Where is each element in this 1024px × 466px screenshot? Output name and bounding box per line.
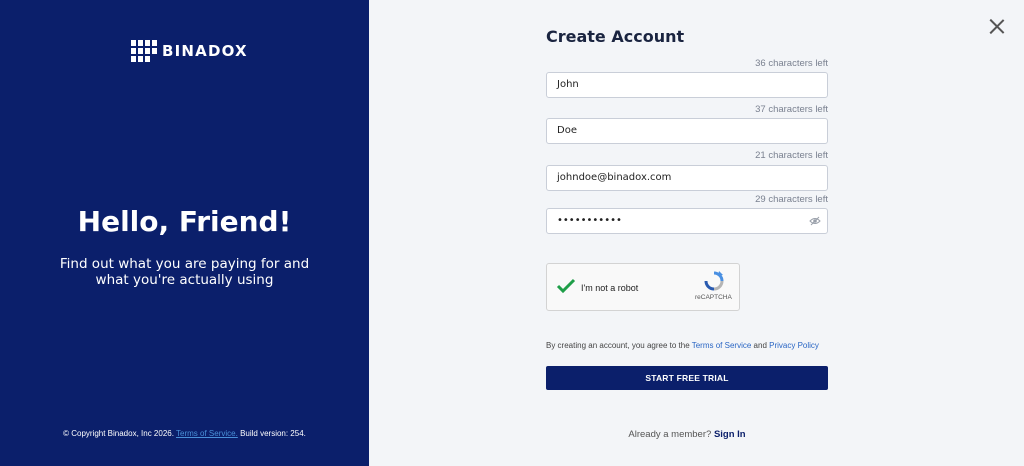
tagline-line-2: what you're actually using: [95, 272, 274, 288]
password-counter: 29 characters left: [755, 194, 828, 205]
logo-text: BINADOX: [162, 42, 248, 60]
recaptcha-logo-icon: [704, 271, 724, 291]
welcome-heading: Hello, Friend!: [77, 205, 292, 238]
password-masked-value: •••••••••••: [557, 215, 622, 226]
member-text: Already a member?: [628, 429, 712, 440]
logo-grid-icon: [131, 40, 157, 62]
privacy-policy-link[interactable]: Privacy Policy: [769, 341, 819, 350]
footer-terms-link[interactable]: Terms of Service.: [176, 429, 238, 438]
first-name-input[interactable]: John: [546, 72, 828, 98]
binadox-logo: BINADOX: [131, 40, 248, 62]
copyright-text: © Copyright Binadox, Inc 2026.: [63, 429, 174, 438]
terms-of-service-link[interactable]: Terms of Service: [692, 341, 752, 350]
sign-in-prompt: Already a member? Sign In: [546, 429, 828, 440]
tagline-line-1: Find out what you are paying for and: [59, 256, 310, 272]
start-free-trial-button[interactable]: START FREE TRIAL: [546, 366, 828, 390]
welcome-tagline: Find out what you are paying for and wha…: [0, 256, 369, 288]
password-input[interactable]: •••••••••••: [546, 208, 828, 234]
recaptcha-widget[interactable]: I'm not a robot reCAPTCHA: [546, 263, 740, 311]
email-input[interactable]: johndoe@binadox.com: [546, 165, 828, 191]
build-version: Build version: 254.: [240, 429, 306, 438]
recaptcha-brand: reCAPTCHA: [695, 294, 732, 301]
copyright-footer: © Copyright Binadox, Inc 2026. Terms of …: [0, 429, 369, 438]
eye-off-icon[interactable]: [809, 216, 821, 226]
email-counter: 21 characters left: [755, 150, 828, 161]
form-title: Create Account: [546, 27, 685, 46]
last-name-input[interactable]: Doe: [546, 118, 828, 144]
checkmark-icon[interactable]: [556, 278, 576, 294]
close-icon[interactable]: [989, 19, 1005, 35]
sign-in-link[interactable]: Sign In: [714, 429, 746, 440]
terms-notice: By creating an account, you agree to the…: [546, 341, 819, 350]
welcome-panel: BINADOX Hello, Friend! Find out what you…: [0, 0, 369, 466]
last-name-counter: 37 characters left: [755, 104, 828, 115]
terms-and: and: [753, 341, 767, 350]
terms-prefix: By creating an account, you agree to the: [546, 341, 690, 350]
captcha-label: I'm not a robot: [581, 283, 639, 293]
first-name-counter: 36 characters left: [755, 58, 828, 69]
